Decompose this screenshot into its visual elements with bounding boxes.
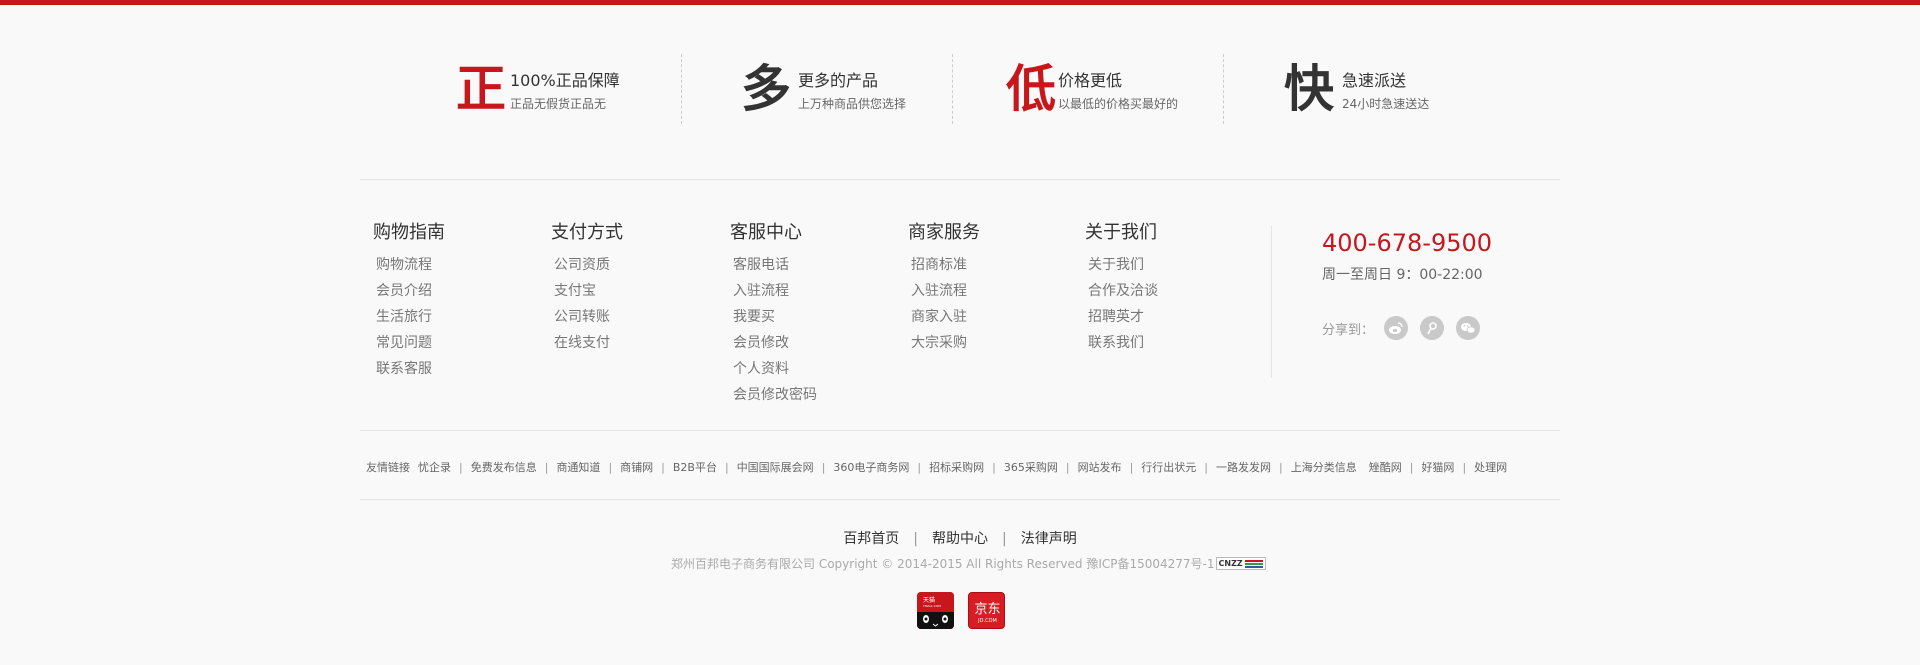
footer-link[interactable]: 会员修改密码 (733, 382, 817, 408)
footer-link[interactable]: 个人资料 (733, 356, 817, 382)
column-title: 购物指南 (373, 222, 445, 243)
divider (360, 430, 1560, 431)
footer-column-payment: 支付方式 公司资质 支付宝 公司转账 在线支付 (551, 220, 623, 356)
footer-link[interactable]: 大宗采购 (911, 330, 980, 356)
guarantee-subtitle: 正品无假货正品无 (510, 97, 607, 111)
friend-link[interactable]: 行行出状元 (1141, 459, 1196, 475)
guarantee-subtitle: 24小时急速送达 (1342, 97, 1430, 111)
friend-link[interactable]: 招标采购网 (929, 459, 984, 475)
guarantee-fast-icon: 快 (1284, 60, 1334, 118)
friend-links: 友情链接 忧企录 | 免费发布信息 | 商通知道 | 商铺网 | B2B平台 |… (366, 459, 1508, 475)
friend-links-label: 友情链接 (366, 461, 410, 474)
copyright-text: 郑州百邦电子商务有限公司 Copyright © 2014-2015 All R… (671, 557, 1215, 571)
footer-link[interactable]: 关于我们 (1088, 252, 1158, 278)
footer-link[interactable]: 会员介绍 (376, 278, 445, 304)
footer-column-shopping-guide: 购物指南 购物流程 会员介绍 生活旅行 常见问题 联系客服 (373, 220, 445, 382)
guarantee-title: 急速派送 (1342, 71, 1407, 90)
divider (1271, 226, 1272, 378)
friend-link[interactable]: 中国国际展会网 (737, 459, 814, 475)
footer-link[interactable]: 我要买 (733, 304, 817, 330)
footer-link[interactable]: 客服电话 (733, 252, 817, 278)
footer-link[interactable]: 招商标准 (911, 252, 980, 278)
divider (360, 499, 1560, 500)
footer-link[interactable]: 购物流程 (376, 252, 445, 278)
friend-link[interactable]: 商通知道 (556, 459, 600, 475)
footer-link[interactable]: 在线支付 (554, 330, 623, 356)
friend-link[interactable]: 上海分类信息 (1291, 459, 1357, 475)
jd-logo-icon: 京东 JD.COM (969, 593, 1004, 628)
wechat-icon[interactable] (1456, 316, 1481, 340)
footer-link[interactable]: 会员修改 (733, 330, 817, 356)
friend-link[interactable]: 忧企录 (418, 459, 451, 475)
help-center-link[interactable]: 帮助中心 (932, 531, 988, 547)
footer-column-merchant-services: 商家服务 招商标准 入驻流程 商家入驻 大宗采购 (908, 220, 980, 356)
friend-link[interactable]: 一路发发网 (1216, 459, 1271, 475)
column-title: 商家服务 (908, 222, 980, 243)
friend-link[interactable]: 免费发布信息 (471, 459, 537, 475)
guarantee-subtitle: 上万种商品供您选择 (798, 97, 907, 111)
weibo-icon[interactable] (1384, 316, 1409, 340)
hotline-phone: 400-678-9500 (1322, 229, 1493, 257)
guarantee-more-icon: 多 (741, 60, 791, 118)
footer-link[interactable]: 合作及洽谈 (1088, 278, 1158, 304)
friend-link[interactable]: B2B平台 (673, 459, 717, 475)
friend-link[interactable]: 商铺网 (620, 459, 653, 475)
legal-notice-link[interactable]: 法律声明 (1021, 531, 1077, 547)
jd-logo-subtext: JD.COM (977, 618, 997, 624)
tmall-cat-icon: 天猫 TMALL.COM (917, 592, 954, 629)
guarantee-title: 100%正品保障 (510, 71, 620, 90)
friend-link[interactable]: 360电子商务网 (833, 459, 909, 475)
footer-link[interactable]: 生活旅行 (376, 304, 445, 330)
footer-link[interactable]: 支付宝 (554, 278, 623, 304)
share-label: 分享到： (1322, 322, 1375, 338)
jd-badge[interactable]: 京东 JD.COM (968, 592, 1005, 629)
footer-link[interactable]: 入驻流程 (911, 278, 980, 304)
home-link[interactable]: 百邦首页 (843, 531, 899, 547)
cnzz-badge[interactable]: CNZZ (1215, 557, 1266, 570)
friend-link[interactable]: 矬酷网 (1369, 459, 1402, 475)
footer-link[interactable]: 招聘英才 (1088, 304, 1158, 330)
tmall-badge[interactable]: 天猫 TMALL.COM (917, 592, 954, 629)
bottom-nav: 百邦首页 | 帮助中心 | 法律声明 (843, 531, 1077, 547)
tencent-weibo-icon[interactable] (1420, 316, 1445, 340)
guarantee-subtitle: 以最低的价格买最好的 (1058, 97, 1179, 111)
tmall-logo-subtext: TMALL.COM (922, 604, 941, 608)
footer-link[interactable]: 联系客服 (376, 356, 445, 382)
footer-link[interactable]: 公司资质 (554, 252, 623, 278)
guarantee-title: 价格更低 (1058, 71, 1123, 90)
friend-link[interactable]: 365采购网 (1004, 459, 1058, 475)
column-title: 支付方式 (551, 222, 623, 243)
share-bar: 分享到： (1322, 315, 1492, 341)
friend-link[interactable]: 网站发布 (1078, 459, 1122, 475)
top-accent-bar (0, 0, 1920, 5)
footer-link[interactable]: 入驻流程 (733, 278, 817, 304)
divider (1223, 54, 1224, 124)
friend-link[interactable]: 好猫网 (1421, 459, 1454, 475)
column-title: 客服中心 (730, 222, 802, 243)
friend-link[interactable]: 处理网 (1474, 459, 1507, 475)
footer-column-about-us: 关于我们 关于我们 合作及洽谈 招聘英才 联系我们 (1085, 220, 1158, 356)
footer-column-customer-service: 客服中心 客服电话 入驻流程 我要买 会员修改 个人资料 会员修改密码 (730, 220, 817, 408)
copyright: 郑州百邦电子商务有限公司 Copyright © 2014-2015 All R… (671, 555, 1266, 572)
column-title: 关于我们 (1085, 222, 1157, 243)
footer-link[interactable]: 商家入驻 (911, 304, 980, 330)
tmall-logo-text: 天猫 (923, 596, 935, 604)
divider (681, 54, 682, 124)
service-hours: 周一至周日 9：00-22:00 (1322, 267, 1483, 283)
guarantee-row: 正 100%正品保障 正品无假货正品无 多 更多的产品 上万种商品供您选择 低 … (360, 54, 1560, 124)
guarantee-authentic-icon: 正 (456, 60, 506, 118)
guarantee-title: 更多的产品 (798, 71, 879, 90)
divider (360, 179, 1560, 180)
footer-link[interactable]: 联系我们 (1088, 330, 1158, 356)
jd-logo-text: 京东 (974, 602, 1000, 617)
footer-link[interactable]: 公司转账 (554, 304, 623, 330)
guarantee-low-price-icon: 低 (1006, 60, 1056, 118)
footer-link[interactable]: 常见问题 (376, 330, 445, 356)
divider (952, 54, 953, 124)
